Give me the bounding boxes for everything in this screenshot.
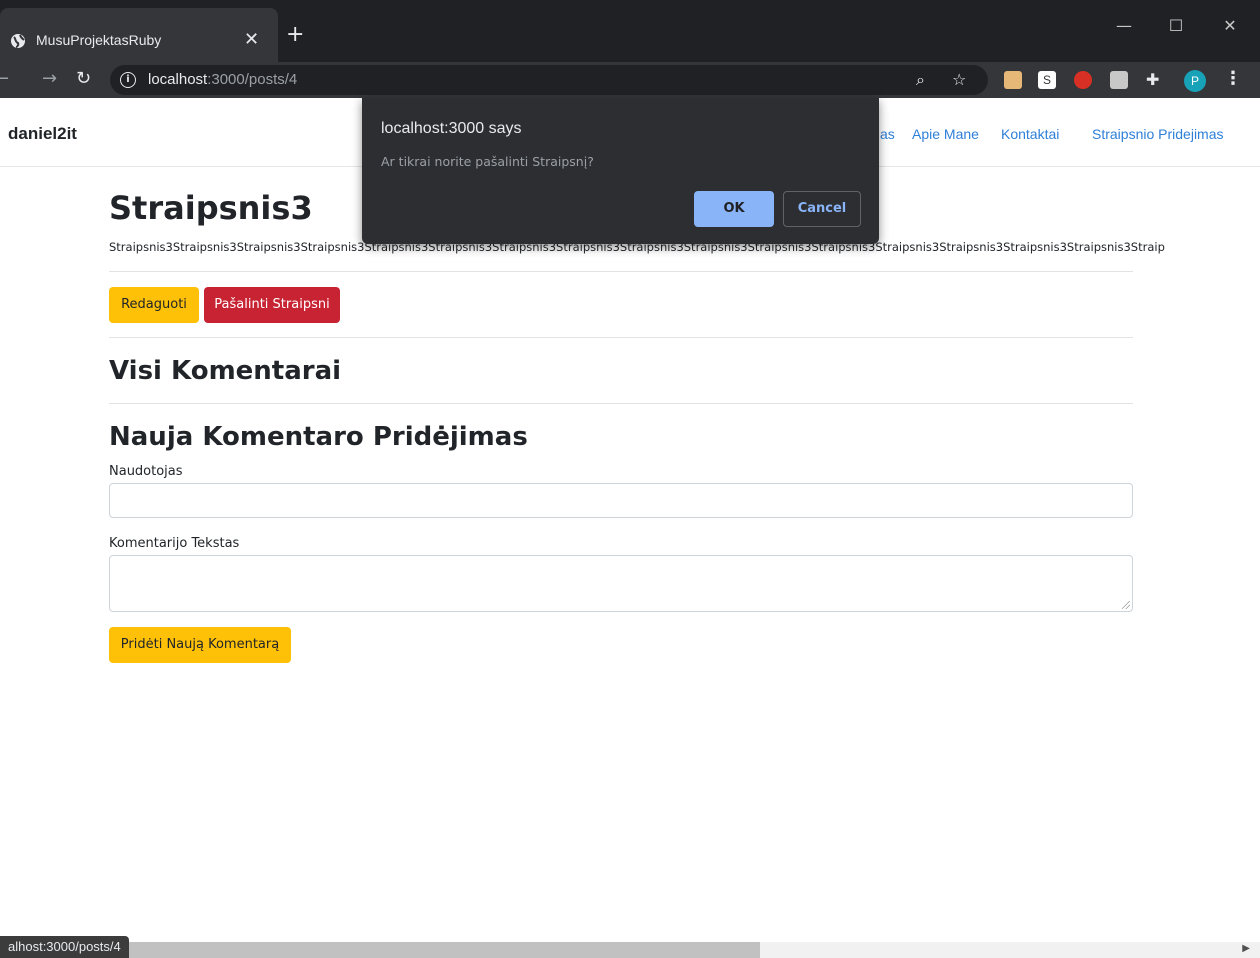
reload-icon[interactable]: ↻ (76, 68, 91, 89)
extension-stop-icon[interactable] (1074, 71, 1092, 89)
add-comment-button[interactable]: Pridėti Naują Komentarą (109, 627, 291, 663)
extension-s-icon[interactable]: S (1038, 71, 1056, 89)
forward-icon[interactable]: → (42, 68, 57, 89)
extension-face-icon[interactable] (1004, 71, 1022, 89)
scroll-right-icon[interactable]: ▶ (1242, 943, 1250, 954)
nav-link-kontaktai[interactable]: Kontaktai (1001, 126, 1059, 142)
comment-text-label: Komentarijo Tekstas (109, 536, 240, 551)
browser-menu-icon[interactable]: ⋮ (1224, 68, 1242, 89)
new-comment-heading: Nauja Komentaro Pridėjimas (109, 422, 528, 452)
status-bubble: alhost:3000/posts/4 (0, 936, 129, 958)
close-window-icon[interactable]: ✕ (1216, 16, 1244, 38)
post-title: Straipsnis3 (109, 189, 313, 227)
site-brand[interactable]: daniel2it (8, 124, 77, 144)
dialog-title: localhost:3000 says (381, 120, 522, 137)
browser-toolbar: ← → ↻ i localhost:3000/posts/4 ⌕ ☆ S ✚ P… (0, 62, 1260, 98)
globe-icon (11, 34, 25, 48)
divider (109, 403, 1133, 404)
user-field-label: Naudotojas (109, 464, 183, 479)
close-tab-icon[interactable]: ✕ (244, 29, 259, 50)
nav-link-straipsnio-pridejimas[interactable]: Straipsnio Pridejimas (1092, 126, 1224, 142)
divider (109, 271, 1133, 272)
minimize-icon[interactable]: — (1110, 16, 1138, 38)
extensions-puzzle-icon[interactable]: ✚ (1146, 70, 1159, 89)
divider (109, 337, 1133, 338)
browser-title-bar: MusuProjektasRuby ✕ + — ☐ ✕ (0, 0, 1260, 62)
extension-grey-icon[interactable] (1110, 71, 1128, 89)
comments-heading: Visi Komentarai (109, 356, 342, 386)
dialog-message: Ar tikrai norite pašalinti Straipsnį? (381, 154, 594, 169)
nav-link-apie-mane[interactable]: Apie Mane (912, 126, 979, 142)
dialog-cancel-button[interactable]: Cancel (783, 191, 861, 227)
resize-grip-icon[interactable] (1122, 601, 1130, 609)
edit-post-button[interactable]: Redaguoti (109, 287, 199, 323)
back-icon[interactable]: ← (0, 68, 9, 89)
user-input[interactable] (109, 483, 1133, 518)
url-text[interactable]: localhost:3000/posts/4 (148, 71, 297, 88)
profile-avatar[interactable]: P (1184, 70, 1206, 92)
dialog-ok-button[interactable]: OK (694, 191, 774, 227)
confirm-dialog: localhost:3000 says Ar tikrai norite paš… (362, 98, 879, 244)
address-bar[interactable]: i localhost:3000/posts/4 ⌕ ☆ (110, 65, 988, 95)
horizontal-scrollbar[interactable]: ▶ (0, 942, 1260, 958)
new-tab-button[interactable]: + (286, 24, 308, 46)
info-icon[interactable]: i (120, 72, 136, 88)
bookmark-star-icon[interactable]: ☆ (952, 70, 966, 89)
tab-title: MusuProjektasRuby (36, 32, 162, 48)
delete-post-button[interactable]: Pašalinti Straipsni (204, 287, 340, 323)
nav-link-partial[interactable]: as (880, 126, 895, 142)
browser-tab[interactable]: MusuProjektasRuby ✕ (0, 8, 278, 62)
maximize-icon[interactable]: ☐ (1162, 16, 1190, 38)
comment-textarea[interactable] (109, 555, 1133, 612)
zoom-icon[interactable]: ⌕ (916, 70, 925, 90)
